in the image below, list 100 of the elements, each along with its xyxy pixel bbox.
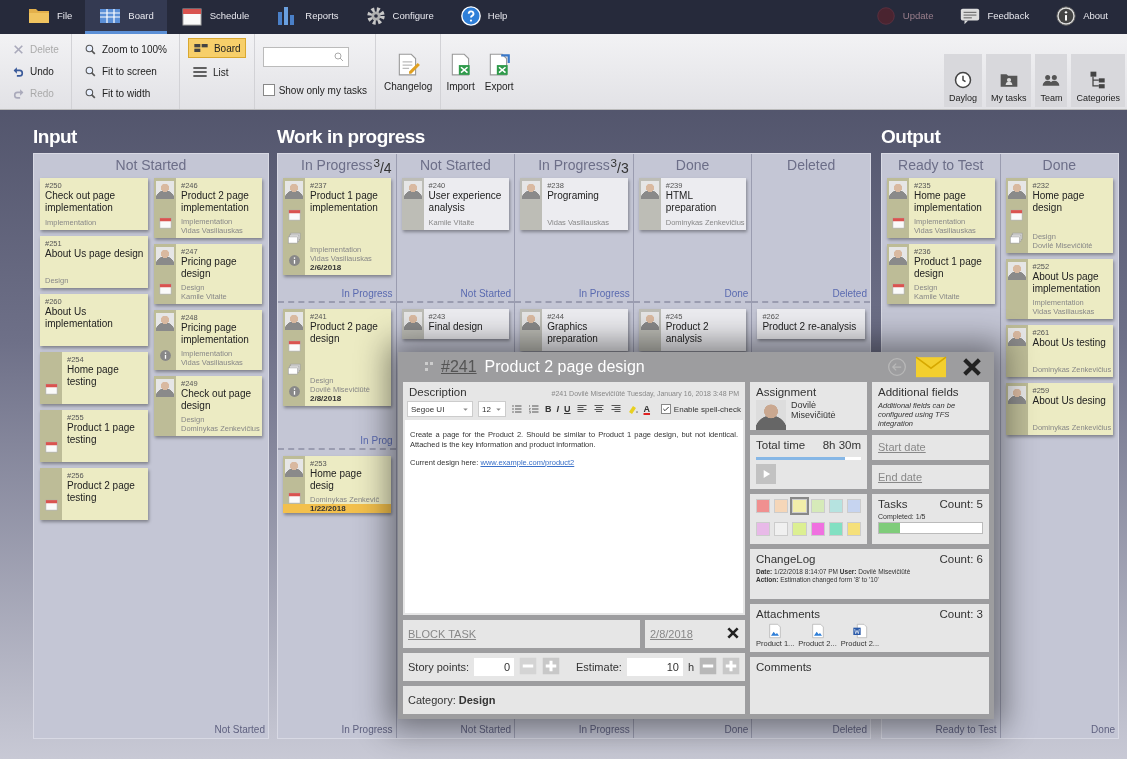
input-field[interactable]: 10 (626, 658, 683, 676)
task-title: About Us page implementation (1032, 271, 1102, 295)
column-footer: Deleted (752, 721, 870, 738)
checkbox[interactable]: Enable spell-check (660, 404, 741, 414)
color-swatch[interactable] (846, 499, 861, 513)
section-label: Tasks (878, 498, 908, 510)
column-header: Not Started (115, 157, 187, 173)
toolbar-button[interactable]: Team (1035, 54, 1068, 107)
color-swatch[interactable] (810, 521, 825, 536)
gear-icon (364, 4, 387, 27)
increment-button[interactable] (722, 657, 740, 677)
calendar-icon (43, 381, 59, 396)
group-title: Output (881, 126, 942, 149)
calendar-icon (157, 281, 173, 296)
task-title: Programing (547, 190, 600, 202)
toolbar-button[interactable]: Zoom to 100% (79, 39, 171, 60)
font-dropdown[interactable]: Segoe UI (407, 401, 473, 417)
decrement-button[interactable] (699, 657, 717, 677)
toolbar-button[interactable]: Changelog (376, 34, 442, 109)
menu-item[interactable]: Schedule (166, 0, 263, 34)
color-swatch[interactable] (792, 521, 807, 536)
align-icon (609, 403, 622, 415)
count-label: Count: 3 (939, 608, 983, 620)
task-title: Check out page design (181, 388, 253, 412)
color-swatch[interactable] (774, 499, 789, 513)
increment-button[interactable] (542, 657, 561, 677)
size-dropdown[interactable]: 12 (478, 401, 506, 417)
plus-icon (542, 657, 561, 675)
category-text: Category: Design (408, 694, 496, 706)
toolbar-button[interactable]: Fit to screen (79, 61, 171, 82)
color-swatch[interactable] (828, 521, 843, 536)
toolbar-button[interactable]: Fit to width (79, 83, 171, 104)
task-title: Home page testing (67, 364, 120, 388)
word-document-icon (851, 623, 868, 639)
toolbar-button[interactable]: Undo (8, 61, 63, 82)
column-footer: In Progress (515, 721, 633, 738)
checkbox[interactable]: Show only my tasks (262, 84, 367, 97)
group-title: Work in progress (277, 126, 426, 149)
task-title: Product 2 page design (310, 321, 379, 345)
minus-icon (519, 657, 538, 675)
column-footer: Done (633, 721, 752, 738)
toolbar-button[interactable]: Import (441, 34, 480, 109)
task-title: Pricing page design (181, 256, 238, 280)
task-title: Product 2 analysis (665, 321, 710, 345)
wip-limit: $^{3}$/3 (610, 156, 629, 176)
toolbar-button[interactable]: Categories (1071, 54, 1125, 107)
play-button[interactable] (756, 464, 776, 484)
search-field[interactable] (262, 46, 349, 67)
format-button[interactable]: U (564, 404, 571, 414)
column-footer: Not Started (396, 721, 515, 738)
email-button[interactable] (915, 355, 947, 379)
task-title: About Us implementation (45, 306, 114, 330)
menu-item[interactable]: Configure (351, 0, 447, 34)
dialog-title: Product 2 page design (484, 358, 645, 376)
toolbar-button[interactable]: Daylog (943, 54, 982, 107)
color-swatch[interactable] (810, 499, 825, 513)
color-swatch[interactable] (846, 521, 861, 536)
menu-item[interactable]: Feedback (946, 0, 1043, 34)
view-toggle[interactable]: Board (187, 38, 246, 58)
task-title: Product 2 page implementation (181, 190, 250, 214)
count-label: Count: 5 (939, 498, 983, 510)
time-value: 8h 30m (822, 439, 861, 451)
calendar-icon (157, 215, 173, 230)
group-title: Input (33, 126, 78, 149)
stacked-cards-icon (286, 230, 302, 245)
calendar-icon (890, 281, 906, 296)
color-swatch[interactable] (828, 499, 843, 513)
text-color-button[interactable]: A (643, 404, 650, 414)
calendar-icon (286, 207, 302, 222)
close-button[interactable] (961, 356, 983, 378)
format-button[interactable]: I (556, 404, 559, 414)
comments-panel[interactable]: Comments (750, 657, 989, 714)
envelope-icon (915, 355, 947, 379)
lane-label: In Progress (515, 286, 633, 303)
color-swatch[interactable] (756, 499, 771, 513)
task-title: Home page design (1032, 190, 1086, 214)
input-field[interactable]: 0 (474, 658, 515, 676)
minus-icon (699, 657, 717, 675)
drag-grip-icon (425, 362, 433, 372)
align-icon (592, 403, 605, 415)
view-toggle[interactable]: List (187, 62, 246, 82)
menu-item[interactable]: Board (85, 0, 167, 34)
color-swatch[interactable] (774, 521, 789, 536)
toolbar-button[interactable]: Export (479, 34, 519, 109)
menu-item[interactable]: Help (446, 0, 521, 34)
magnifier-icon (83, 87, 97, 101)
close-icon (12, 42, 25, 56)
redo-icon (12, 87, 25, 101)
menu-item[interactable]: About (1042, 0, 1121, 34)
format-button[interactable]: B (545, 404, 552, 414)
align-icon (575, 403, 588, 415)
color-swatch[interactable] (756, 521, 771, 536)
image-file-icon (767, 623, 784, 639)
menu-item[interactable]: Reports (262, 0, 352, 34)
task-title: Pricing page implementation (181, 322, 250, 346)
menu-item[interactable]: File (14, 0, 86, 34)
wip-limit: $^{3}$/4 (373, 156, 392, 176)
calendar-icon (43, 439, 59, 454)
toolbar-button[interactable]: My tasks (985, 54, 1032, 107)
color-swatch[interactable] (792, 499, 807, 513)
